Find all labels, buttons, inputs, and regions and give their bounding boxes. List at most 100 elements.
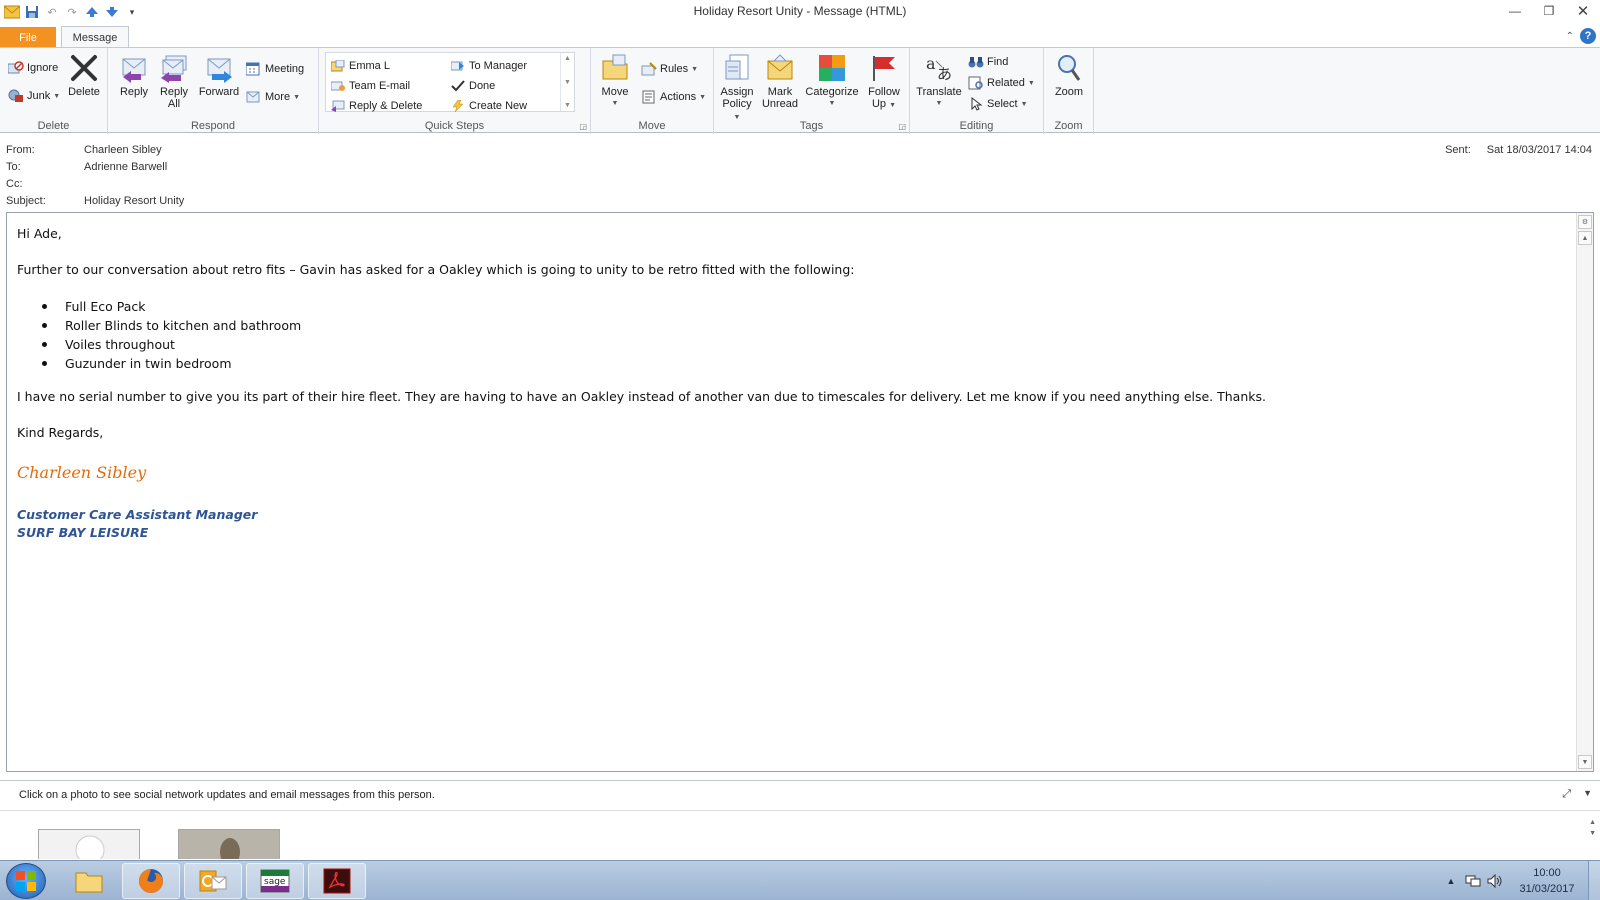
meeting-button[interactable]: Meeting bbox=[246, 61, 304, 77]
close-button[interactable]: ✕ bbox=[1566, 0, 1600, 22]
mark-unread-button[interactable]: Mark Unread bbox=[760, 52, 800, 110]
start-button[interactable] bbox=[6, 863, 46, 899]
list-item: Roller Blinds to kitchen and bathroom bbox=[17, 316, 301, 335]
acrobat-taskbar-button[interactable] bbox=[308, 863, 366, 899]
dropdown-arrow-icon: ▼ bbox=[699, 93, 707, 101]
people-pane-bar: Click on a photo to see social network u… bbox=[0, 781, 1600, 811]
categorize-button[interactable]: Categorize ▼ bbox=[804, 52, 860, 110]
cc-label: Cc: bbox=[6, 178, 23, 190]
zoom-group-label: Zoom bbox=[1054, 120, 1083, 132]
contact-photo[interactable] bbox=[178, 829, 280, 859]
show-hidden-icons-icon[interactable]: ▲ bbox=[1440, 876, 1462, 886]
outlook-app-icon[interactable] bbox=[4, 4, 20, 20]
from-value[interactable]: Charleen Sibley bbox=[84, 144, 162, 156]
reading-options-icon[interactable]: ⚙ bbox=[1578, 215, 1592, 229]
firefox-taskbar-button[interactable] bbox=[122, 863, 180, 899]
quick-step-team-email[interactable]: Team E-mail bbox=[330, 78, 410, 94]
move-folder-icon bbox=[599, 52, 631, 84]
reply-all-button[interactable]: Reply All bbox=[156, 52, 192, 110]
svg-text:あ: あ bbox=[937, 65, 952, 83]
rules-button[interactable]: Rules ▼ bbox=[641, 61, 698, 77]
undo-icon[interactable]: ↶ bbox=[44, 4, 60, 20]
zoom-group: Zoom Zoom bbox=[1044, 48, 1094, 134]
move-button[interactable]: Move ▼ bbox=[597, 52, 633, 110]
tab-message[interactable]: Message bbox=[61, 26, 129, 49]
dropdown-arrow-icon: ▼ bbox=[611, 100, 619, 107]
message-body[interactable]: Hi Ade, Further to our conversation abou… bbox=[6, 212, 1594, 772]
select-button[interactable]: Select ▼ bbox=[968, 96, 1028, 112]
find-button[interactable]: Find bbox=[968, 54, 1008, 70]
delete-group-label: Delete bbox=[37, 120, 70, 132]
delete-button[interactable]: Delete bbox=[64, 52, 104, 98]
collapse-people-pane-icon[interactable]: ▼ bbox=[1583, 788, 1592, 801]
scroll-down-icon[interactable]: ▼ bbox=[1578, 755, 1592, 769]
rules-icon bbox=[641, 61, 657, 77]
outlook-icon bbox=[199, 870, 227, 892]
body-scrollbar[interactable]: ⚙ ▲ ▼ bbox=[1576, 213, 1593, 771]
dialog-launcher-icon[interactable]: ◲ bbox=[898, 122, 906, 131]
help-icon[interactable]: ? bbox=[1580, 28, 1596, 44]
tags-group-label: Tags bbox=[799, 120, 824, 132]
next-item-icon[interactable] bbox=[104, 4, 120, 20]
quick-step-to-manager[interactable]: To Manager bbox=[450, 58, 527, 74]
ignore-button[interactable]: Ignore bbox=[8, 60, 58, 76]
assign-policy-button[interactable]: Assign Policy ▼ bbox=[718, 52, 756, 124]
scroll-up-icon[interactable]: ▲ bbox=[564, 55, 571, 62]
zoom-button[interactable]: Zoom bbox=[1050, 52, 1088, 98]
expand-gallery-icon[interactable]: ▼ bbox=[564, 102, 571, 109]
quick-steps-scroll[interactable]: ▲ ▼ ▼ bbox=[560, 53, 574, 111]
customize-qat-icon[interactable]: ▾ bbox=[124, 4, 140, 20]
reply-button[interactable]: Reply bbox=[116, 52, 152, 98]
save-icon[interactable] bbox=[24, 4, 40, 20]
clock[interactable]: 10:00 31/03/2017 bbox=[1506, 865, 1588, 897]
scroll-down-icon[interactable]: ▼ bbox=[564, 79, 571, 86]
dialog-launcher-icon[interactable]: ◲ bbox=[579, 122, 587, 131]
quick-step-create-new[interactable]: Create New bbox=[450, 98, 527, 114]
dropdown-arrow-icon: ▼ bbox=[889, 102, 897, 109]
email-folder-icon bbox=[330, 58, 346, 74]
forward-button[interactable]: Forward bbox=[198, 52, 240, 98]
dropdown-arrow-icon: ▼ bbox=[935, 100, 943, 107]
explorer-taskbar-button[interactable] bbox=[60, 863, 118, 899]
minimize-button[interactable]: — bbox=[1498, 0, 1532, 22]
follow-up-button[interactable]: Follow Up ▼ bbox=[864, 52, 904, 112]
windows-logo-icon bbox=[16, 871, 36, 891]
volume-icon[interactable] bbox=[1484, 874, 1506, 888]
related-button[interactable]: Related ▼ bbox=[968, 75, 1035, 91]
restore-button[interactable]: ❐ bbox=[1532, 0, 1566, 22]
expand-people-pane-icon[interactable]: ⤢ bbox=[1562, 788, 1571, 801]
quick-step-emma-l[interactable]: Emma L bbox=[330, 58, 390, 74]
minimize-ribbon-icon[interactable]: ⌃ bbox=[1566, 31, 1574, 42]
outlook-taskbar-button[interactable] bbox=[184, 863, 242, 899]
translate-button[interactable]: aあ Translate ▼ bbox=[914, 52, 964, 110]
sage-taskbar-button[interactable]: sage bbox=[246, 863, 304, 899]
actions-button[interactable]: Actions ▼ bbox=[641, 89, 706, 105]
actions-icon bbox=[641, 89, 657, 105]
show-desktop-button[interactable] bbox=[1588, 861, 1600, 900]
contact-photo-placeholder[interactable] bbox=[38, 829, 140, 859]
categorize-icon bbox=[816, 52, 848, 84]
translate-icon: aあ bbox=[923, 52, 955, 84]
window-title: Holiday Resort Unity - Message (HTML) bbox=[693, 4, 907, 18]
people-pane-scrollbar[interactable]: ▲ ▼ bbox=[1589, 819, 1596, 837]
junk-button[interactable]: Junk ▼ bbox=[8, 88, 60, 104]
sent-row: Sent: Sat 18/03/2017 14:04 bbox=[1445, 144, 1592, 156]
meeting-icon bbox=[246, 61, 262, 77]
more-respond-button[interactable]: More ▼ bbox=[246, 89, 300, 105]
quick-step-reply-delete[interactable]: Reply & Delete bbox=[330, 98, 422, 114]
paragraph-1: Further to our conversation about retro … bbox=[17, 262, 855, 277]
scroll-up-icon[interactable]: ▲ bbox=[1589, 819, 1596, 826]
network-icon[interactable] bbox=[1462, 874, 1484, 888]
quick-step-done[interactable]: Done bbox=[450, 78, 495, 94]
dropdown-arrow-icon: ▼ bbox=[1020, 100, 1028, 108]
tab-file[interactable]: File bbox=[0, 27, 56, 48]
previous-item-icon[interactable] bbox=[84, 4, 100, 20]
redo-icon[interactable]: ↷ bbox=[64, 4, 80, 20]
ribbon: Ignore Junk ▼ Delete Delete Reply Reply … bbox=[0, 47, 1600, 134]
scroll-down-icon[interactable]: ▼ bbox=[1589, 830, 1596, 837]
to-value[interactable]: Adrienne Barwell bbox=[84, 161, 167, 173]
to-label: To: bbox=[6, 161, 21, 173]
respond-group: Reply Reply All Forward Meeting More ▼ R… bbox=[108, 48, 319, 134]
scroll-up-icon[interactable]: ▲ bbox=[1578, 231, 1592, 245]
closing: Kind Regards, bbox=[17, 425, 104, 440]
